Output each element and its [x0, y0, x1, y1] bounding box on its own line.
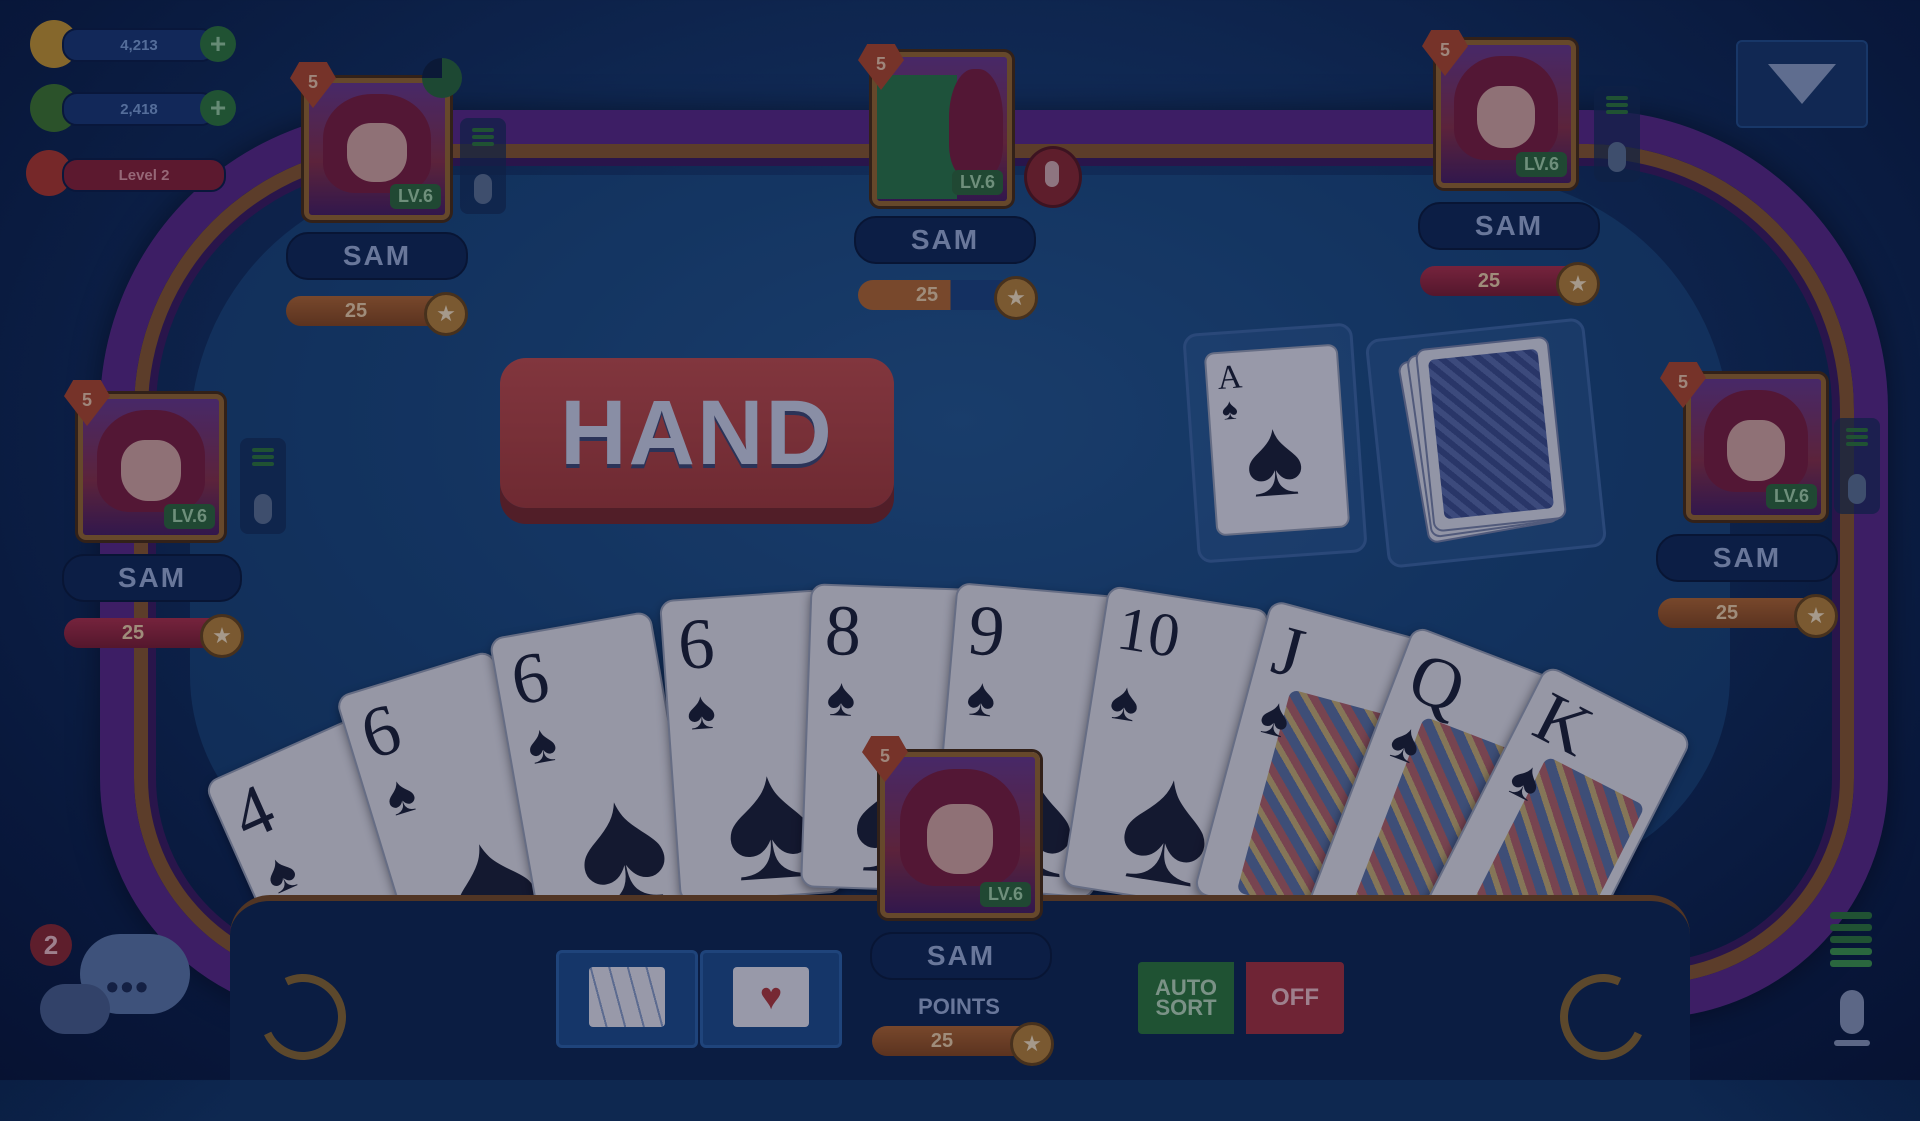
my-avatar[interactable]: LV.6	[880, 752, 1040, 918]
star-icon[interactable]: ★	[1794, 594, 1838, 638]
mic-icon	[254, 494, 272, 524]
cards-hearts-icon: ♥	[733, 967, 809, 1027]
player-avatar-top-left[interactable]: LV.6	[304, 78, 450, 220]
sort-by-suit-button[interactable]	[556, 950, 698, 1048]
player-avatar-top-center[interactable]: LV.6	[872, 52, 1012, 206]
star-icon[interactable]: ★	[424, 292, 468, 336]
player-level: LV.6	[1515, 152, 1567, 177]
muted-mic-button[interactable]	[1024, 146, 1082, 208]
card-rank: 4	[220, 767, 286, 856]
my-level: LV.6	[979, 882, 1031, 907]
microphone-icon	[1840, 990, 1864, 1034]
mic-off-icon	[1045, 161, 1059, 187]
my-name: SAM	[870, 932, 1052, 980]
card-suit-small: ♠	[522, 712, 562, 777]
card-rank: 6	[351, 687, 410, 775]
add-coins-button[interactable]: +	[200, 26, 236, 62]
player-level: LV.6	[951, 170, 1003, 195]
microphone-button[interactable]	[1832, 990, 1872, 1060]
voice-level-indicator	[1830, 912, 1872, 967]
voice-indicator	[460, 118, 506, 214]
card-rank: J	[1264, 609, 1313, 694]
chat-unread-badge: 2	[30, 924, 72, 966]
auto-sort-button[interactable]: AUTO SORT	[1138, 962, 1234, 1034]
player-name: SAM	[1656, 534, 1838, 582]
chat-button[interactable]: ••• 2	[30, 920, 190, 1040]
add-gems-button[interactable]: +	[200, 90, 236, 126]
card-rank: 9	[965, 589, 1009, 673]
card-suit-small: ♠	[1220, 392, 1239, 427]
player-avatar-right[interactable]: LV.6	[1686, 374, 1826, 520]
points-label: POINTS	[918, 994, 1000, 1019]
player-avatar-left[interactable]: LV.6	[78, 394, 224, 540]
star-icon[interactable]: ★	[1556, 262, 1600, 306]
card-suit-small: ♠	[378, 762, 424, 829]
mic-icon	[1848, 474, 1866, 504]
card-suit-small: ♠	[825, 666, 857, 728]
player-name: SAM	[1418, 202, 1600, 250]
menu-dropdown-button[interactable]	[1736, 40, 1868, 128]
coin-balance: 4,213	[62, 28, 216, 62]
player-level: LV.6	[1765, 484, 1817, 509]
player-name: SAM	[286, 232, 468, 280]
card-suit-small: ♠	[684, 679, 718, 742]
card-suit-small: ♠	[964, 666, 999, 729]
sort-by-rank-button[interactable]: ♥	[700, 950, 842, 1048]
voice-indicator	[1594, 86, 1640, 182]
card-rank: 8	[823, 589, 863, 672]
gem-balance: 2,418	[62, 92, 216, 126]
hand-announcement: HAND	[500, 358, 894, 508]
card-rank: 6	[675, 602, 717, 686]
draw-pile-top-card[interactable]	[1414, 335, 1568, 533]
auto-sort-off-button[interactable]: OFF	[1246, 962, 1344, 1034]
level-text: Level 2	[118, 166, 170, 184]
mic-icon	[474, 174, 492, 204]
mic-icon	[1608, 142, 1626, 172]
turn-timer-icon	[422, 58, 462, 98]
card-rank: A	[1216, 358, 1244, 397]
coin-amount: 4,213	[120, 36, 158, 54]
cards-fan-icon	[589, 967, 665, 1027]
star-icon[interactable]: ★	[200, 614, 244, 658]
triangle-down-icon	[1768, 64, 1836, 104]
player-level: LV.6	[389, 184, 441, 209]
star-icon[interactable]: ★	[1010, 1022, 1054, 1066]
player-name: SAM	[854, 216, 1036, 264]
card-suit-large: ♠	[1241, 394, 1308, 522]
card-rank: 6	[505, 635, 555, 721]
discard-top-card[interactable]: A ♠ ♠	[1203, 343, 1351, 537]
gem-amount: 2,418	[120, 100, 158, 118]
card-suit-small: ♠	[1105, 670, 1144, 734]
voice-indicator	[1834, 418, 1880, 514]
player-level: LV.6	[163, 504, 215, 529]
card-rank: 10	[1112, 594, 1185, 672]
level-bar: Level 2	[62, 158, 226, 192]
player-name: SAM	[62, 554, 242, 602]
star-icon[interactable]: ★	[994, 276, 1038, 320]
player-avatar-top-right[interactable]: LV.6	[1436, 40, 1576, 188]
voice-indicator	[240, 438, 286, 534]
